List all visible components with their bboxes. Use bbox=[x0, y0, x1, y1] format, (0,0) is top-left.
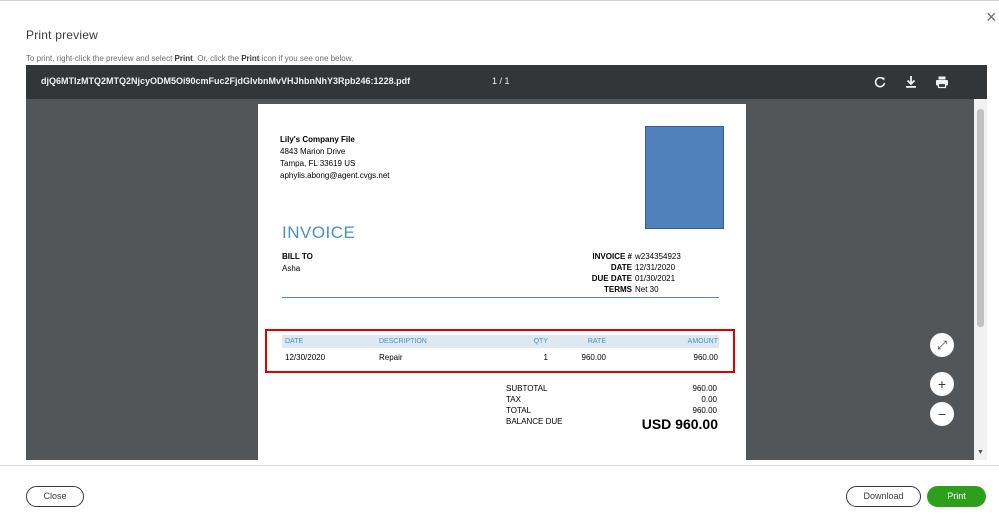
terms-value: Net 30 bbox=[635, 285, 659, 294]
hint-text-2: . Or, click the bbox=[192, 54, 242, 63]
pdf-viewer[interactable]: djQ6MTIzMTQ2MTQ2NjcyODM5Oi90cmFuc2FjdGlv… bbox=[26, 65, 987, 460]
close-button[interactable]: Close bbox=[26, 486, 84, 507]
header-divider bbox=[282, 297, 719, 298]
fit-page-icon: ⤢ bbox=[937, 338, 947, 352]
viewer-scrollbar[interactable]: ▼ bbox=[974, 99, 987, 460]
company-address-line2: Tampa, FL 33619 US bbox=[280, 159, 356, 168]
page-indicator: 1 / 1 bbox=[492, 76, 510, 86]
close-icon[interactable]: × bbox=[986, 8, 997, 26]
download-button[interactable]: Download bbox=[846, 486, 921, 507]
footer-divider bbox=[0, 465, 999, 466]
scroll-thumb[interactable] bbox=[977, 109, 984, 327]
zoom-in-icon: + bbox=[937, 376, 947, 392]
invoice-date-value: 12/31/2020 bbox=[635, 263, 676, 272]
bill-to-label: BILL TO bbox=[282, 252, 313, 261]
company-address-line1: 4843 Marion Drive bbox=[280, 147, 346, 156]
total-label: TOTAL bbox=[506, 406, 532, 415]
company-logo-placeholder bbox=[645, 126, 724, 229]
subtotal-value: 960.00 bbox=[692, 384, 717, 393]
dialog-title: Print preview bbox=[26, 28, 98, 42]
due-date-value: 01/30/2021 bbox=[635, 274, 676, 283]
scroll-down-icon[interactable]: ▼ bbox=[977, 449, 984, 456]
pdf-filename: djQ6MTIzMTQ2MTQ2NjcyODM5Oi90cmFuc2FjdGlv… bbox=[41, 76, 411, 86]
zoom-in-button[interactable]: + bbox=[930, 372, 954, 396]
rotate-icon[interactable] bbox=[872, 74, 888, 90]
printer-icon[interactable] bbox=[934, 74, 950, 90]
hint-text-1: To print, right-click the preview and se… bbox=[26, 54, 175, 63]
fit-page-button[interactable]: ⤢ bbox=[930, 333, 954, 357]
pdf-toolbar: djQ6MTIzMTQ2MTQ2NjcyODM5Oi90cmFuc2FjdGlv… bbox=[26, 65, 987, 99]
invoice-number-label: INVOICE # bbox=[592, 252, 632, 261]
invoice-date-label: DATE bbox=[610, 263, 632, 272]
hint-bold-2: Print bbox=[241, 54, 260, 63]
top-border bbox=[0, 0, 999, 1]
download-icon[interactable] bbox=[903, 74, 919, 90]
tax-label: TAX bbox=[506, 395, 521, 404]
due-date-label: DUE DATE bbox=[591, 274, 632, 283]
invoice-page: Lily's Company File 4843 Marion Drive Ta… bbox=[258, 104, 746, 460]
hint-text-3: icon if you see one below. bbox=[259, 54, 354, 63]
print-button[interactable]: Print bbox=[927, 486, 986, 507]
hint-bold-1: Print bbox=[174, 54, 193, 63]
print-instructions: To print, right-click the preview and se… bbox=[26, 54, 353, 63]
bill-to-name: Asha bbox=[282, 264, 301, 273]
company-email: aphylis.abong@agent.cvgs.net bbox=[280, 171, 390, 180]
total-value: 960.00 bbox=[692, 406, 717, 415]
subtotal-label: SUBTOTAL bbox=[506, 384, 548, 393]
tax-value: 0.00 bbox=[701, 395, 717, 404]
invoice-heading: INVOICE bbox=[282, 223, 356, 242]
zoom-out-button[interactable]: − bbox=[930, 402, 954, 426]
company-name: Lily's Company File bbox=[280, 135, 355, 144]
invoice-number-value: w234354923 bbox=[635, 252, 681, 261]
line-items-highlight bbox=[265, 329, 735, 373]
terms-label: TERMS bbox=[604, 285, 632, 294]
zoom-out-icon: − bbox=[937, 406, 947, 422]
balance-due-value: USD 960.00 bbox=[641, 416, 718, 432]
balance-due-label: BALANCE DUE bbox=[506, 417, 563, 426]
